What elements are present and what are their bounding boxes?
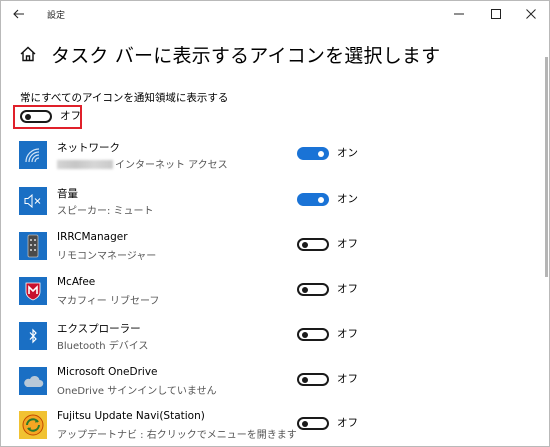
app-icon-volume [19,187,47,215]
back-button[interactable] [7,3,31,25]
toggle-state: オン [337,147,358,159]
home-icon[interactable] [19,45,37,63]
fujitsu-toggle[interactable] [297,417,329,430]
toggle-state: オフ [337,373,358,385]
list-item-fujitsu-update-navi: Fujitsu Update Navi(Station) アップデートナビ : … [1,410,521,446]
cloud-icon [24,375,44,387]
app-name: Microsoft OneDrive [57,366,158,378]
remote-control-icon [27,234,39,258]
minimize-icon [454,13,464,15]
app-name: 音量 [57,188,78,200]
mcafee-shield-icon [25,282,41,301]
app-name: エクスプローラー [57,323,141,335]
window-title: 設定 [47,11,66,21]
app-name: ネットワーク [57,142,120,154]
close-icon [526,9,536,19]
app-icon-explorer [19,322,47,350]
app-description: OneDrive サインインしていません [57,386,217,397]
toggle-state: オフ [337,328,358,340]
irrcmanager-toggle[interactable] [297,238,329,251]
update-navi-icon [22,414,44,436]
app-icon-irrcmanager [19,232,47,260]
always-show-state: オフ [60,110,81,122]
arrow-left-icon [13,9,24,19]
onedrive-toggle[interactable] [297,373,329,386]
page-title: タスク バーに表示するアイコンを選択します [51,45,441,67]
minimize-button[interactable] [441,1,477,27]
toggle-state: オン [337,193,358,205]
list-item-mcafee: McAfee マカフィー リブセーフ オフ [1,276,521,321]
redacted-network-name [57,160,113,169]
settings-window: 設定 タスク バーに表示するアイコンを選択します 常にすべてのアイコンを通知領域… [0,0,550,447]
app-icon-mcafee [19,277,47,305]
maximize-button[interactable] [478,1,514,27]
title-bar: 設定 [1,1,549,27]
list-item-volume: 音量 スピーカー: ミュート オン [1,187,521,231]
bluetooth-icon [29,328,37,344]
list-item-explorer: エクスプローラー Bluetooth デバイス オフ [1,322,521,366]
app-icon-fujitsu [19,411,47,439]
speaker-muted-icon [24,194,41,208]
list-item-network: ネットワーク インターネット アクセス オン [1,141,521,185]
network-toggle[interactable] [297,147,329,160]
app-description: リモコンマネージャー [57,251,157,262]
volume-toggle[interactable] [297,193,329,206]
app-icon-onedrive [19,367,47,395]
app-name: IRRCManager [57,231,128,243]
explorer-toggle[interactable] [297,328,329,341]
scrollbar[interactable] [543,27,549,446]
list-item-onedrive: Microsoft OneDrive OneDrive サインインしていません … [1,366,521,411]
app-description: スピーカー: ミュート [57,206,154,217]
always-show-label: 常にすべてのアイコンを通知領域に表示する [20,92,229,104]
app-description: Bluetooth デバイス [57,341,149,352]
mcafee-toggle[interactable] [297,283,329,296]
wifi-icon [25,148,40,163]
always-show-toggle[interactable] [20,110,52,123]
app-name: Fujitsu Update Navi(Station) [57,410,205,422]
maximize-icon [491,9,501,19]
close-button[interactable] [513,1,549,27]
app-name: McAfee [57,276,96,288]
app-description: マカフィー リブセーフ [57,296,160,307]
scrollbar-thumb[interactable] [545,57,548,277]
list-item-irrcmanager: IRRCManager リモコンマネージャー オフ [1,231,521,276]
app-description: アップデートナビ : 右クリックでメニューを開きます [57,430,297,441]
toggle-state: オフ [337,417,358,429]
app-description: インターネット アクセス [57,156,228,171]
toggle-state: オフ [337,238,358,250]
toggle-state: オフ [337,283,358,295]
app-icon-network [19,141,47,169]
